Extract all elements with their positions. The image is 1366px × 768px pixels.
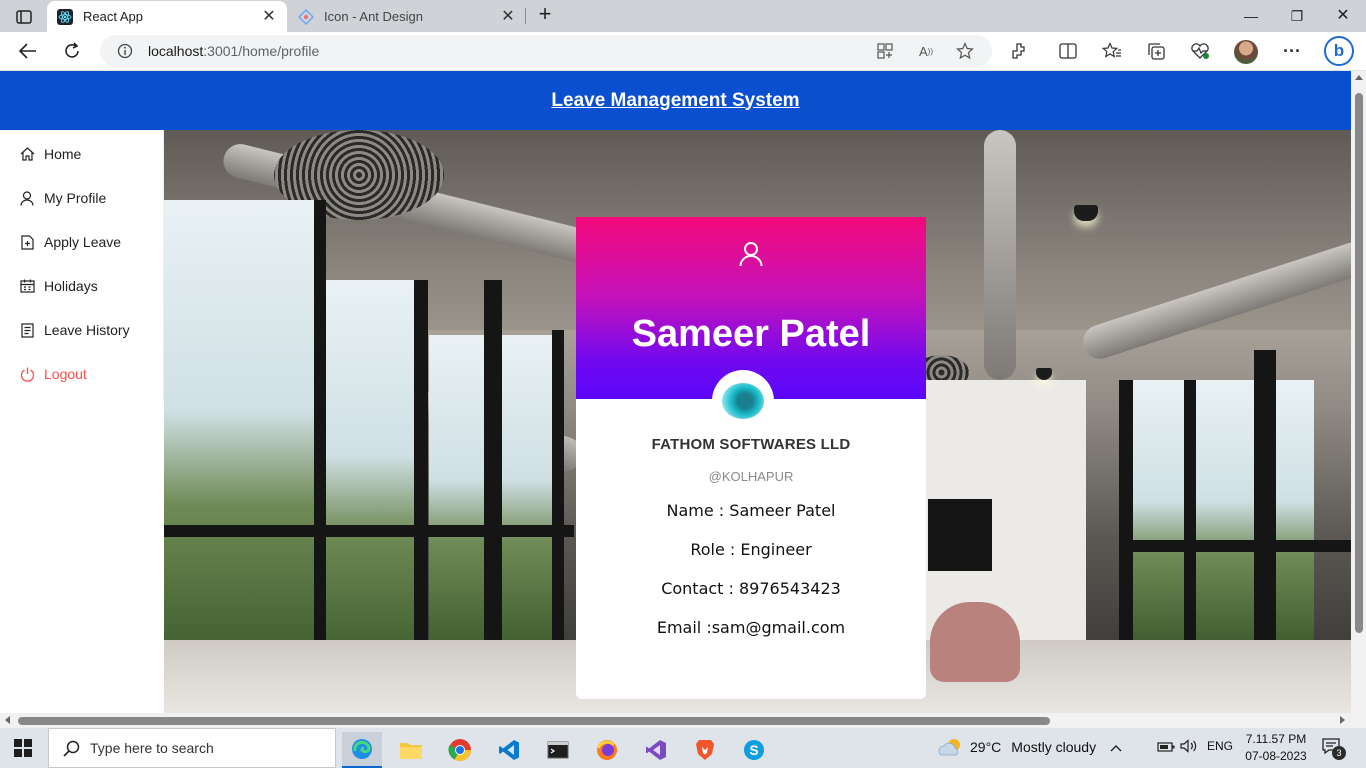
profile-field-contact: Contact : 8976543423 <box>661 579 841 598</box>
app-available-icon[interactable] <box>876 42 894 60</box>
page-viewport: Leave Management System Home My Profile … <box>0 71 1351 713</box>
ant-design-logo-icon <box>298 8 314 25</box>
brave-taskbar-icon[interactable] <box>685 732 725 768</box>
sidebar-item-holidays[interactable]: Holidays <box>0 266 164 306</box>
search-placeholder: Type here to search <box>90 740 214 756</box>
sidebar-item-label: Holidays <box>44 278 98 294</box>
notification-center-button[interactable]: 3 <box>1322 738 1346 760</box>
app-header: Leave Management System <box>0 71 1351 130</box>
visual-studio-taskbar-icon[interactable] <box>636 732 676 768</box>
read-aloud-icon[interactable]: A)) <box>917 42 935 60</box>
minimize-button[interactable]: — <box>1240 5 1262 27</box>
split-screen-icon[interactable] <box>1057 40 1079 62</box>
sidebar-item-home[interactable]: Home <box>0 134 164 174</box>
file-explorer-taskbar-icon[interactable] <box>391 732 431 768</box>
weather-temperature: 29°C <box>970 739 1002 755</box>
home-icon <box>19 146 35 162</box>
windows-start-button[interactable] <box>14 739 32 757</box>
notification-count-badge: 3 <box>1332 746 1346 760</box>
refresh-icon <box>65 42 79 58</box>
react-logo-icon <box>57 8 73 25</box>
performance-heart-icon[interactable] <box>1189 40 1211 62</box>
calendar-icon <box>19 278 35 294</box>
collections-icon[interactable] <box>1145 40 1167 62</box>
scrollbar-corner <box>1351 713 1366 728</box>
avatar <box>712 370 774 432</box>
restore-button[interactable]: ❐ <box>1286 5 1308 27</box>
file-add-icon <box>19 234 35 250</box>
browser-tab-bar: React App ✕ Icon - Ant Design ✕ + — ❐ ✕ <box>0 0 1366 32</box>
tab-divider <box>525 8 526 24</box>
new-tab-button[interactable]: + <box>534 3 556 26</box>
profile-field-name: Name : Sameer Patel <box>666 501 836 520</box>
favorite-star-icon[interactable] <box>956 42 974 60</box>
close-window-button[interactable]: ✕ <box>1332 5 1354 27</box>
more-options-icon[interactable]: ··· <box>1281 40 1303 62</box>
tab-title: React App <box>83 9 143 24</box>
app-title[interactable]: Leave Management System <box>551 90 799 112</box>
info-icon[interactable] <box>117 43 133 59</box>
sidebar-item-label: Home <box>44 146 82 162</box>
edge-taskbar-icon[interactable] <box>342 732 382 768</box>
user-icon <box>19 190 35 206</box>
skype-taskbar-icon[interactable]: S <box>734 732 774 768</box>
clock-date: 07-08-2023 <box>1245 749 1307 763</box>
terminal-taskbar-icon[interactable] <box>538 732 578 768</box>
tab-react-app[interactable]: React App ✕ <box>47 1 287 32</box>
windows-taskbar: Type here to search S 29°C Mostly cloudy <box>0 728 1366 768</box>
battery-icon[interactable] <box>1157 741 1175 755</box>
close-icon[interactable]: ✕ <box>500 8 516 25</box>
tab-actions-icon <box>16 10 32 24</box>
address-bar[interactable]: localhost:3001/home/profile A)) <box>100 35 992 67</box>
favorites-icon[interactable] <box>1101 40 1123 62</box>
svg-text:S: S <box>749 742 758 758</box>
sidebar-item-label: Apply Leave <box>44 234 122 250</box>
tab-title: Icon - Ant Design <box>324 9 423 24</box>
profile-field-email: Email :sam@gmail.com <box>656 618 846 637</box>
chevron-up-icon[interactable] <box>1110 741 1122 755</box>
profile-card: Sameer Patel FATHOM SOFTWARES LLD @KOLHA… <box>576 217 926 699</box>
sidebar-item-my-profile[interactable]: My Profile <box>0 178 164 218</box>
avatar-image <box>722 383 764 419</box>
profile-field-role: Role : Engineer <box>690 540 812 559</box>
weather-description: Mostly cloudy <box>1011 739 1097 755</box>
weather-widget[interactable]: 29°C Mostly cloudy <box>938 738 1096 756</box>
power-icon <box>19 366 35 382</box>
sidebar-item-apply-leave[interactable]: Apply Leave <box>0 222 164 262</box>
refresh-button[interactable] <box>61 40 83 62</box>
vscode-taskbar-icon[interactable] <box>489 732 529 768</box>
url-text: localhost:3001/home/profile <box>148 43 320 59</box>
firefox-taskbar-icon[interactable] <box>587 732 627 768</box>
list-icon <box>19 322 35 338</box>
extensions-icon[interactable] <box>1008 40 1030 62</box>
search-icon <box>63 740 80 757</box>
taskbar-clock[interactable]: 7.11.57 PM 07-08-2023 <box>1242 731 1310 765</box>
volume-icon[interactable] <box>1180 739 1198 756</box>
user-icon <box>739 242 763 267</box>
chrome-taskbar-icon[interactable] <box>440 732 480 768</box>
bing-copilot-icon[interactable]: b <box>1324 36 1354 66</box>
user-avatar-button[interactable] <box>1234 40 1258 64</box>
tab-ant-design[interactable]: Icon - Ant Design ✕ <box>288 1 526 32</box>
back-button[interactable] <box>17 40 39 62</box>
tab-actions-button[interactable] <box>10 6 38 28</box>
taskbar-search-box[interactable]: Type here to search <box>48 728 336 768</box>
clock-time: 7.11.57 PM <box>1245 732 1307 746</box>
sidebar-item-leave-history[interactable]: Leave History <box>0 310 164 350</box>
company-name: FATHOM SOFTWARES LLD <box>651 436 851 453</box>
close-icon[interactable]: ✕ <box>261 8 277 25</box>
vertical-scrollbar[interactable] <box>1351 71 1366 713</box>
horizontal-scrollbar[interactable] <box>0 713 1351 728</box>
sidebar-item-label: My Profile <box>44 190 107 206</box>
cloudy-weather-icon <box>938 738 962 756</box>
location-label: @KOLHAPUR <box>708 469 794 484</box>
sidebar-item-logout[interactable]: Logout <box>0 354 164 394</box>
sidebar-menu: Home My Profile Apply Leave Holidays Lea… <box>0 130 164 400</box>
browser-toolbar: localhost:3001/home/profile A)) ··· b <box>0 32 1366 71</box>
language-indicator[interactable]: ENG <box>1207 739 1233 753</box>
sidebar-item-label: Logout <box>44 366 87 382</box>
profile-name-heading: Sameer Patel <box>631 313 871 355</box>
sidebar-item-label: Leave History <box>44 322 130 338</box>
back-arrow-icon <box>19 43 36 59</box>
